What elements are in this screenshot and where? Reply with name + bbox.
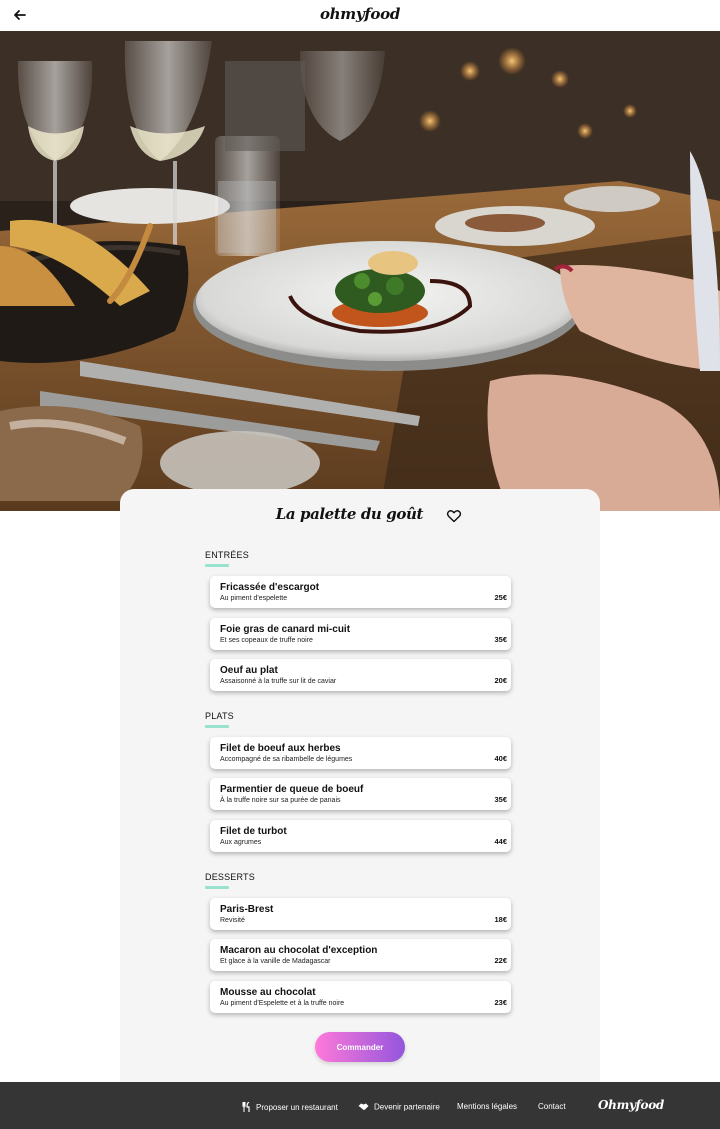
dish-card[interactable]: Parmentier de queue de boeuf À la truffe… (210, 778, 511, 810)
restaurant-title: La palette du goût (120, 505, 546, 524)
order-button[interactable]: Commander (315, 1032, 405, 1062)
dish-name: Foie gras de canard mi-cuit (220, 624, 351, 635)
logo[interactable]: ohmyfood (0, 5, 720, 23)
dish-description: Revisité (220, 917, 245, 924)
section-underline (205, 564, 229, 567)
dish-name: Oeuf au plat (220, 665, 278, 676)
restaurant-title-row: La palette du goût (120, 505, 600, 527)
dish-name: Paris-Brest (220, 904, 274, 915)
footer-link-propose-restaurant[interactable]: Proposer un restaurant (242, 1101, 338, 1114)
section-label: PLATS (205, 711, 234, 721)
dish-name: Fricassée d'escargot (220, 582, 320, 593)
dish-price: 35€ (494, 795, 507, 804)
dish-description: Au piment d'Espelette et à la truffe noi… (220, 1000, 345, 1007)
section-underline (205, 725, 229, 728)
footer-link-label: Mentions légales (457, 1102, 518, 1111)
dish-name: Macaron au chocolat d'exception (220, 945, 378, 956)
section-underline (205, 886, 229, 889)
header: ohmyfood (0, 0, 720, 31)
footer: Proposer un restaurant Devenir partenair… (0, 1082, 720, 1129)
dish-price: 44€ (494, 837, 507, 846)
dish-card[interactable]: Oeuf au plat Assaisonné à la truffe sur … (210, 659, 511, 691)
dish-description: À la truffe noire sur sa purée de panais (220, 797, 341, 804)
menu-card: La palette du goût ENTRÉES Fricassée d'e… (120, 489, 600, 1082)
dish-description: Et ses copeaux de truffe noire (220, 637, 313, 644)
dish-description: Assaisonné à la truffe sur lit de caviar (220, 678, 337, 685)
dish-name: Filet de boeuf aux herbes (220, 743, 341, 754)
restaurant-title-text: La palette du goût (275, 505, 424, 523)
dish-price: 23€ (494, 998, 507, 1007)
section-label: DESSERTS (205, 872, 255, 882)
dish-price: 25€ (494, 593, 507, 602)
dish-card[interactable]: Foie gras de canard mi-cuit Et ses copea… (210, 618, 511, 650)
footer-link-label: Devenir partenaire (374, 1102, 440, 1112)
dish-price: 35€ (494, 635, 507, 644)
section-label: ENTRÉES (205, 550, 249, 560)
heart-outline-icon[interactable] (446, 508, 462, 524)
dish-description: Accompagné de sa ribambelle de légumes (220, 756, 353, 763)
dish-card[interactable]: Macaron au chocolat d'exception Et glace… (210, 939, 511, 971)
dish-card[interactable]: Fricassée d'escargot Au piment d'espelet… (210, 576, 511, 608)
section-plats: PLATS (205, 711, 515, 728)
section-desserts: DESSERTS (205, 872, 515, 889)
dish-description: Aux agrumes (220, 839, 262, 846)
hero-image (0, 31, 720, 511)
fork-knife-icon (242, 1101, 251, 1114)
dish-price: 18€ (494, 915, 507, 924)
dish-card[interactable]: Filet de turbot Aux agrumes 44€ (210, 820, 511, 852)
footer-link-become-partner[interactable]: Devenir partenaire (358, 1102, 440, 1113)
dish-price: 20€ (494, 676, 507, 685)
footer-link-label: Contact (538, 1102, 566, 1111)
page: ohmyfood La palette du goût ENTRÉES Fric… (0, 0, 720, 1129)
footer-link-contact[interactable]: Contact (538, 1102, 566, 1111)
dish-name: Filet de turbot (220, 826, 287, 837)
dish-card[interactable]: Filet de boeuf aux herbes Accompagné de … (210, 737, 511, 769)
footer-logo[interactable]: Ohmyfood (598, 1098, 664, 1112)
dish-price: 40€ (494, 754, 507, 763)
dish-name: Parmentier de queue de boeuf (220, 784, 364, 795)
footer-link-label: Proposer un restaurant (256, 1103, 338, 1113)
footer-link-legal[interactable]: Mentions légales (457, 1102, 517, 1111)
dish-price: 22€ (494, 956, 507, 965)
dish-card[interactable]: Mousse au chocolat Au piment d'Espelette… (210, 981, 511, 1013)
dish-description: Et glace à la vanille de Madagascar (220, 958, 331, 965)
section-entrees: ENTRÉES (205, 550, 515, 567)
dish-card[interactable]: Paris-Brest Revisité 18€ (210, 898, 511, 930)
handshake-icon (358, 1102, 369, 1113)
dish-description: Au piment d'espelette (220, 595, 288, 602)
dish-name: Mousse au chocolat (220, 987, 316, 998)
